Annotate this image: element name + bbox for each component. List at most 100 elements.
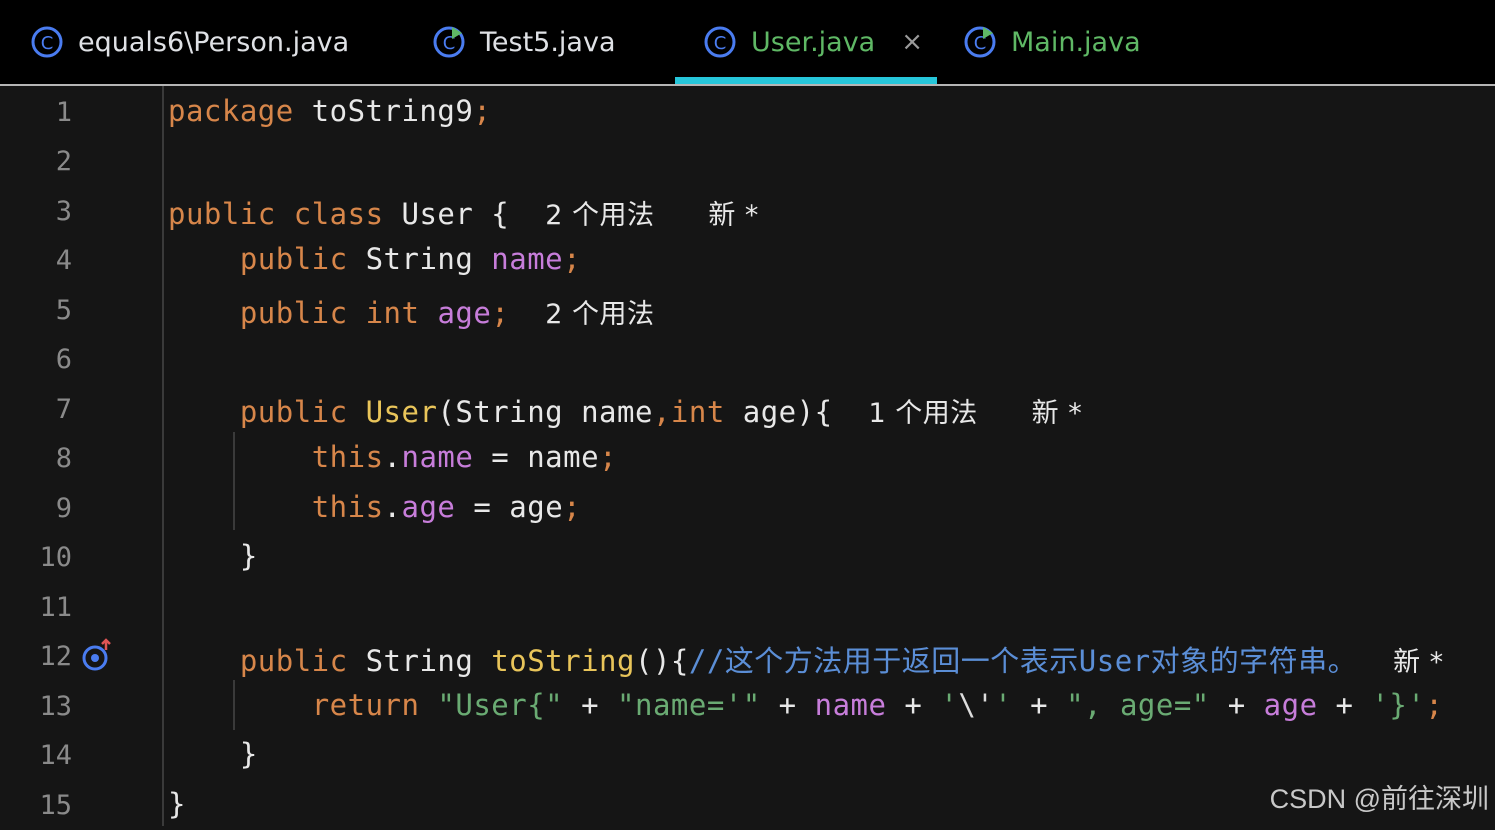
string-literal: "name='" — [617, 688, 761, 722]
run-class-icon: C — [963, 25, 997, 59]
class-icon: C — [703, 25, 737, 59]
keyword: public — [168, 197, 276, 231]
class-name: User { — [383, 197, 510, 231]
package-name: toString9 — [293, 94, 474, 128]
keyword: int — [670, 395, 725, 429]
test-class-icon: C — [432, 25, 466, 59]
code-line-7[interactable]: 7 public User(String name,int age){ 1 个用… — [0, 385, 1495, 434]
char-literal: ' — [940, 688, 959, 722]
type-name: String — [347, 644, 492, 678]
line-number: 1 — [55, 97, 72, 128]
field-name: age — [401, 490, 456, 524]
keyword: int — [365, 296, 420, 330]
tab-person-java[interactable]: C equals6\Person.java — [30, 0, 349, 84]
char-literal: ' — [994, 688, 1013, 722]
semicolon: ; — [491, 296, 510, 330]
class-icon: C — [30, 25, 64, 59]
line-number: 15 — [39, 790, 72, 821]
tab-test5-java[interactable]: C Test5.java — [432, 0, 616, 84]
operator: + — [1209, 688, 1264, 722]
params: (){ — [634, 644, 689, 678]
tab-label: Main.java — [1011, 26, 1141, 58]
line-number: 3 — [55, 196, 72, 227]
usages-hint[interactable]: 1 个用法 — [868, 398, 977, 429]
line-number: 2 — [55, 146, 72, 177]
operator: + — [1317, 688, 1372, 722]
line-number: 4 — [55, 245, 72, 276]
string-literal: "User{" — [437, 688, 564, 722]
semicolon: ; — [563, 490, 582, 524]
close-icon[interactable]: × — [901, 27, 923, 57]
assignment: = age — [455, 490, 564, 524]
code-line-1[interactable]: 1 package toString9; — [0, 88, 1495, 137]
code-line-13[interactable]: 13 return "User{" + "name='" + name + '\… — [0, 682, 1495, 731]
svg-text:C: C — [714, 33, 727, 54]
code-line-11[interactable]: 11 — [0, 583, 1495, 632]
tab-main-java[interactable]: C Main.java — [963, 0, 1141, 84]
keyword: package — [168, 94, 294, 128]
line-number: 10 — [39, 542, 72, 573]
code-line-6[interactable]: 6 — [0, 335, 1495, 384]
closing-brace: } — [239, 737, 258, 771]
override-method-icon[interactable] — [80, 638, 116, 672]
usages-hint[interactable]: 2 个用法 — [545, 200, 654, 231]
code-line-3[interactable]: 3 public class User { 2 个用法 新 * — [0, 187, 1495, 236]
operator: + — [760, 688, 815, 722]
string-literal: ", age=" — [1066, 688, 1210, 722]
code-line-10[interactable]: 10 } — [0, 533, 1495, 582]
semicolon: ; — [599, 440, 618, 474]
semicolon: ; — [473, 94, 492, 128]
operator: + — [563, 688, 618, 722]
line-number: 13 — [39, 691, 72, 722]
usages-hint[interactable]: 2 个用法 — [545, 299, 654, 330]
dot: . — [383, 490, 402, 524]
constructor-name: User — [365, 395, 438, 429]
closing-brace: } — [168, 787, 186, 821]
field-name: name — [814, 688, 887, 722]
keyword: public — [239, 242, 348, 276]
new-hint[interactable]: 新 * — [1393, 647, 1444, 678]
tab-label: User.java — [751, 26, 876, 58]
code-line-8[interactable]: 8 this.name = name; — [0, 434, 1495, 483]
editor-tab-bar: C equals6\Person.java C Test5.java C Use… — [0, 0, 1495, 85]
operator: + — [1012, 688, 1067, 722]
char-literal: '}' — [1371, 688, 1426, 722]
code-line-2[interactable]: 2 — [0, 137, 1495, 186]
watermark: CSDN @前往深圳 — [1269, 784, 1489, 814]
semicolon: ; — [1425, 688, 1444, 722]
field-name: age — [437, 296, 492, 330]
keyword: public — [239, 395, 348, 429]
line-number: 9 — [55, 493, 72, 524]
code-line-5[interactable]: 5 public int age; 2 个用法 — [0, 286, 1495, 335]
keyword: return — [311, 688, 420, 722]
type-name: String — [347, 242, 492, 276]
svg-text:C: C — [41, 33, 54, 54]
code-line-4[interactable]: 4 public String name; — [0, 236, 1495, 285]
closing-brace: } — [239, 539, 258, 573]
tab-user-java[interactable]: C User.java × — [703, 0, 923, 84]
method-name: toString — [491, 644, 635, 678]
line-number: 14 — [39, 740, 72, 771]
comma: , — [652, 395, 671, 429]
line-number: 7 — [55, 394, 72, 425]
line-number: 11 — [39, 592, 72, 623]
field-name: name — [491, 242, 564, 276]
line-number: 12 — [39, 641, 72, 672]
new-hint[interactable]: 新 * — [1032, 398, 1083, 429]
dot: . — [383, 440, 402, 474]
escape-sequence: \' — [958, 688, 995, 722]
code-line-14[interactable]: 14 } — [0, 731, 1495, 780]
keyword: public — [239, 296, 348, 330]
line-number: 6 — [55, 344, 72, 375]
params: (String name — [437, 395, 653, 429]
keyword: this — [311, 490, 384, 524]
operator: + — [886, 688, 941, 722]
keyword: this — [311, 440, 384, 474]
new-hint[interactable]: 新 * — [708, 200, 759, 231]
line-number: 8 — [55, 443, 72, 474]
keyword: public — [239, 644, 348, 678]
code-line-9[interactable]: 9 this.age = age; — [0, 484, 1495, 533]
code-line-12[interactable]: 12 public String toString(){//这个方法用于返回一个… — [0, 632, 1495, 681]
field-name: age — [1263, 688, 1318, 722]
comment: //这个方法用于返回一个表示User对象的字符串。 — [688, 644, 1358, 678]
